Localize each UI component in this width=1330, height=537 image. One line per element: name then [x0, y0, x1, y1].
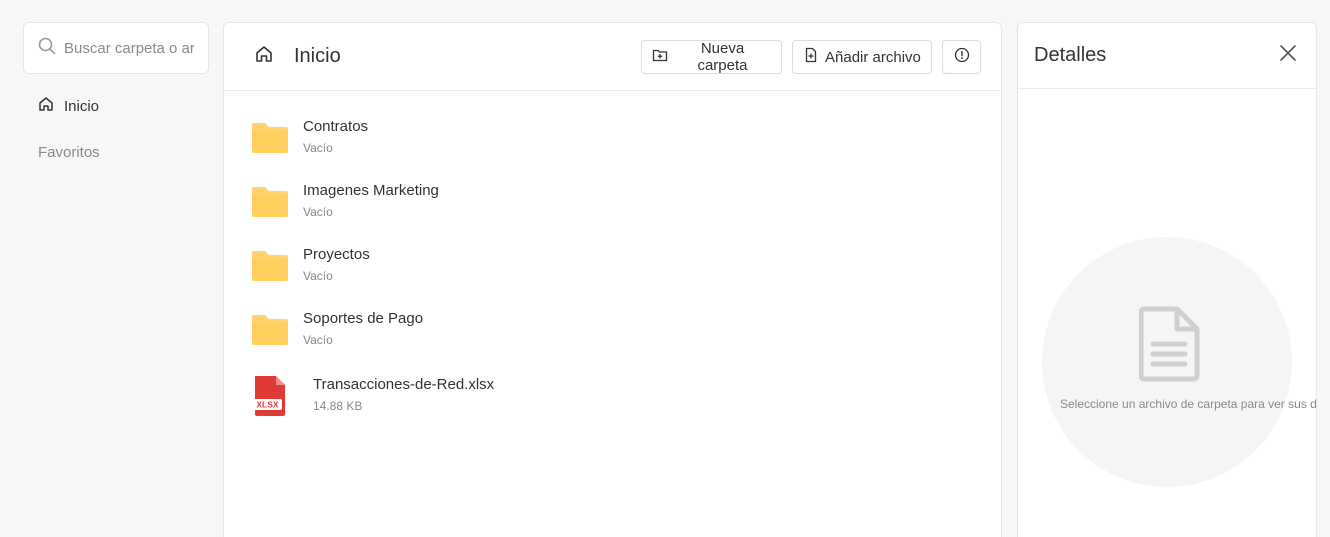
list-item[interactable]: XLSX Transacciones-de-Red.xlsx 14.88 KB: [224, 371, 1001, 435]
empty-state-text: Seleccione un archivo de carpeta para ve…: [1060, 397, 1317, 411]
info-button[interactable]: [942, 40, 981, 74]
sidebar-item-label: Inicio: [64, 97, 100, 115]
xlsx-badge: XLSX: [256, 400, 279, 410]
add-file-button[interactable]: Añadir archivo: [792, 40, 932, 74]
item-meta: 14.88 KB: [313, 399, 363, 413]
item-meta: Vacío: [303, 141, 333, 155]
item-meta: Vacío: [303, 333, 333, 347]
page-title: Inicio: [294, 45, 341, 67]
details-header: Detalles: [1018, 23, 1316, 89]
file-list: Contratos Vacío Imagenes Marketing Vacío…: [224, 91, 1001, 435]
item-name: Soportes de Pago: [303, 310, 424, 327]
main-header: Inicio Nueva carpeta Añadir archivo: [224, 23, 1001, 91]
folder-plus-icon: [652, 47, 668, 67]
search-input[interactable]: [64, 39, 194, 57]
new-folder-label: Nueva carpeta: [697, 40, 748, 74]
details-title: Detalles: [1034, 44, 1107, 66]
document-icon: [1138, 306, 1201, 387]
xlsx-file-icon: XLSX: [250, 374, 290, 416]
list-item[interactable]: Contratos Vacío: [224, 115, 1001, 179]
item-name: Contratos: [303, 118, 369, 135]
sidebar-item-label: Favoritos: [38, 143, 100, 161]
item-name: Imagenes Marketing: [303, 182, 439, 199]
list-item[interactable]: Soportes de Pago Vacío: [224, 307, 1001, 371]
item-name: Proyectos: [303, 246, 370, 263]
folder-icon: [250, 118, 290, 158]
new-folder-button[interactable]: Nueva carpeta: [641, 40, 782, 74]
toolbar: Nueva carpeta Añadir archivo: [641, 40, 981, 74]
search-icon: [38, 37, 56, 60]
close-button[interactable]: [1276, 44, 1300, 68]
close-icon: [1279, 44, 1297, 67]
folder-icon: [250, 310, 290, 350]
details-panel: Detalles Seleccione un archivo de carpet…: [1017, 22, 1317, 537]
sidebar-item-inicio[interactable]: Inicio: [23, 94, 209, 118]
list-item[interactable]: Imagenes Marketing Vacío: [224, 179, 1001, 243]
file-plus-icon: [803, 47, 819, 67]
item-name: Transacciones-de-Red.xlsx: [313, 376, 495, 393]
folder-icon: [250, 246, 290, 286]
info-icon: [954, 47, 970, 67]
main-panel: Inicio Nueva carpeta Añadir archivo Cont…: [223, 22, 1002, 537]
item-meta: Vacío: [303, 269, 333, 283]
sidebar-item-favoritos[interactable]: Favoritos: [23, 140, 209, 164]
add-file-label: Añadir archivo: [825, 48, 921, 66]
sidebar: Inicio Favoritos: [23, 22, 209, 164]
home-icon: [254, 44, 274, 69]
search-box[interactable]: [23, 22, 209, 74]
folder-icon: [250, 182, 290, 222]
item-meta: Vacío: [303, 205, 333, 219]
home-icon: [38, 96, 54, 116]
list-item[interactable]: Proyectos Vacío: [224, 243, 1001, 307]
